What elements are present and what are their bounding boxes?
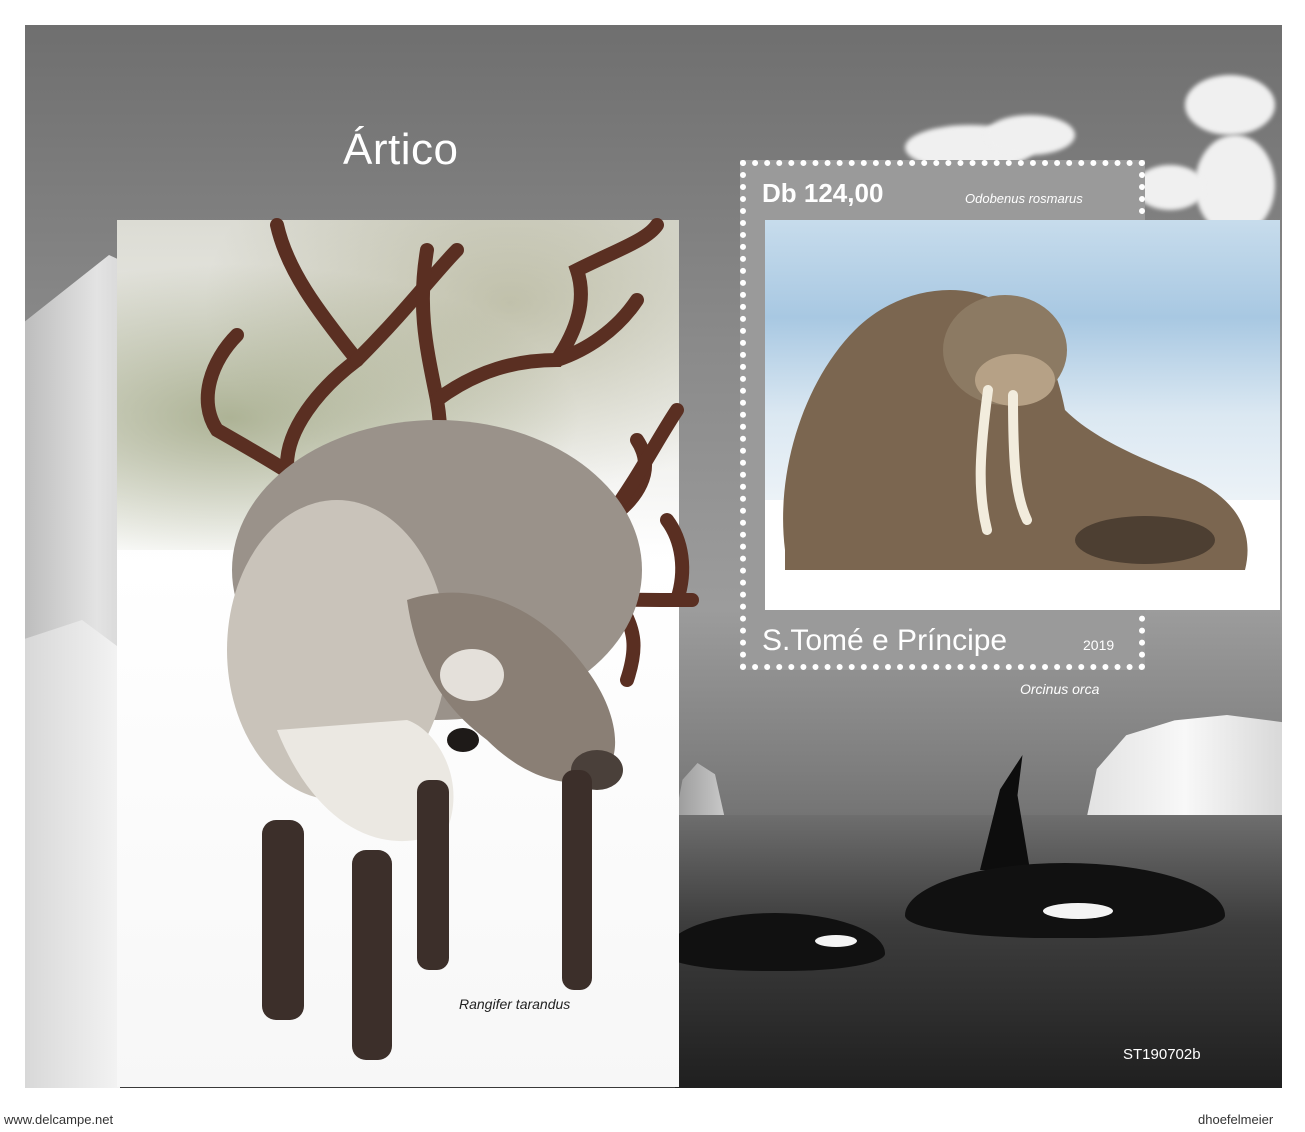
cloud — [1185, 75, 1275, 135]
orca-dorsal-fin — [980, 755, 1030, 870]
reindeer-ear — [440, 649, 504, 701]
orca-eye-patch — [1043, 903, 1113, 919]
reindeer-photo: Rangifer tarandus — [117, 218, 699, 1087]
cloud — [1135, 165, 1205, 210]
orca-caption: Orcinus orca — [1020, 681, 1100, 697]
walrus-species-caption: Odobenus rosmarus — [965, 191, 1083, 206]
reindeer-eye — [447, 728, 479, 752]
watermark-left: www.delcampe.net — [4, 1112, 114, 1127]
reindeer-legs — [262, 770, 592, 1060]
stamp-year: 2019 — [1083, 637, 1115, 653]
catalog-code: ST190702b — [1123, 1046, 1201, 1063]
cloud — [985, 115, 1075, 155]
reindeer-illustration — [200, 218, 699, 1060]
walrus-flipper — [1075, 516, 1215, 564]
orca-eye-patch — [815, 935, 857, 947]
walrus-photo — [765, 220, 1280, 610]
reindeer-caption: Rangifer tarandus — [459, 996, 571, 1012]
watermark-right: dhoefelmeier — [1198, 1112, 1274, 1127]
walrus-illustration — [765, 290, 1280, 610]
stamp-denomination: Db 124,00 — [762, 178, 884, 208]
stamp-country: S.Tomé e Príncipe — [762, 624, 1008, 657]
iceberg-left-lower — [25, 620, 120, 1088]
